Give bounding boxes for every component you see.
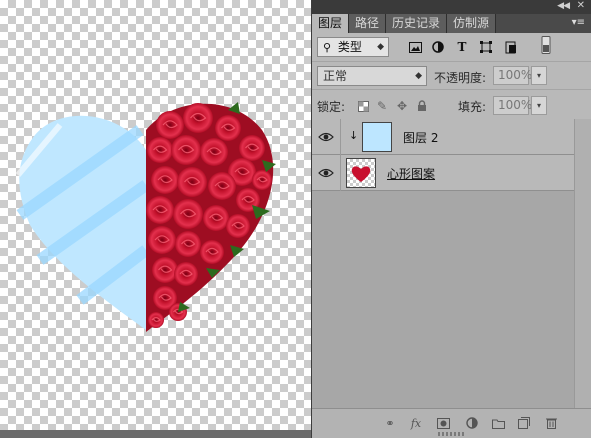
rose-flower [183, 103, 213, 133]
tab-clone-source[interactable]: 仿制源 [447, 14, 497, 33]
lock-position-icon[interactable]: ✥ [395, 99, 409, 113]
new-layer-icon[interactable] [516, 416, 532, 430]
rose-flower [226, 214, 250, 238]
rose-flower [239, 135, 265, 161]
blend-mode-value: 正常 [323, 69, 348, 83]
lock-image-pixels-icon[interactable]: ✎ [375, 99, 389, 113]
heart-thumbnail-icon [351, 166, 371, 182]
document-canvas[interactable] [0, 0, 311, 430]
rose-flower [148, 226, 176, 254]
panel-title-bar: ◀◀ ✕ [312, 0, 591, 14]
tab-paths[interactable]: 路径 [349, 14, 387, 33]
smart-object-filter-icon[interactable] [504, 40, 518, 54]
rose-flower [151, 166, 179, 194]
lock-row: 锁定: ✎ ✥ 填充: 100% ▾ [312, 90, 591, 122]
lock-transparent-pixels-icon[interactable] [356, 99, 370, 113]
opacity-label: 不透明度: [434, 71, 487, 85]
layers-scrollbar[interactable] [574, 119, 591, 408]
blend-mode-row: 正常 ◆ 不透明度: 100% ▾ [312, 62, 591, 90]
visibility-eye-icon[interactable] [318, 130, 334, 144]
rose-heart-layer [146, 102, 276, 332]
fx-icon[interactable]: fx [408, 416, 424, 430]
rose-flower [203, 205, 229, 231]
layers-panel: ◀◀ ✕ 图层 路径 历史记录 仿制源 ▾≡ ⚲ 类型 ◆ T 正常 ◆ 不透明… [311, 0, 591, 438]
rose-flower [215, 115, 241, 141]
type-filter-icon[interactable]: T [455, 40, 469, 54]
layer-name[interactable]: 图层 2 [403, 129, 438, 146]
opacity-dropdown-button[interactable]: ▾ [531, 66, 547, 85]
layer-filter-row: ⚲ 类型 ◆ T [312, 33, 591, 62]
rose-flower [173, 199, 203, 229]
rose-flower [252, 170, 272, 190]
panel-resize-grip[interactable] [438, 432, 466, 436]
canvas-status-strip [0, 430, 311, 438]
rose-flower [175, 231, 201, 257]
rose-flower [208, 172, 236, 200]
delete-layer-icon[interactable] [543, 416, 559, 430]
close-panel-icon[interactable]: ✕ [577, 0, 585, 11]
rose-flower [177, 167, 207, 197]
chevron-down-icon: ◆ [377, 42, 384, 52]
fill-dropdown-button[interactable]: ▾ [531, 96, 547, 115]
rose-flower [174, 262, 198, 286]
layer-thumbnail [346, 158, 376, 188]
clipping-mask-arrow-icon: ↓ [349, 129, 359, 142]
rose-flower [200, 240, 224, 264]
panel-menu-icon[interactable]: ▾≡ [572, 17, 585, 28]
rose-flower [171, 135, 201, 165]
chevron-down-icon: ◆ [415, 71, 422, 81]
rose-flower [200, 138, 228, 166]
image-filter-icon[interactable] [408, 40, 422, 54]
adjustment-filter-icon[interactable] [431, 40, 445, 54]
layers-list: ↓ 图层 2 心形图案 [312, 119, 575, 408]
rose-flower [152, 257, 178, 283]
new-group-icon[interactable] [490, 416, 506, 430]
rose-flower [146, 196, 174, 224]
photoshop-window: ◀◀ ✕ 图层 路径 历史记录 仿制源 ▾≡ ⚲ 类型 ◆ T 正常 ◆ 不透明… [0, 0, 591, 438]
add-mask-icon[interactable] [435, 416, 451, 430]
filter-kind-label: 类型 [337, 40, 362, 54]
collapse-panel-icon[interactable]: ◀◀ [557, 1, 570, 11]
shape-filter-icon[interactable] [479, 40, 493, 54]
lock-label: 锁定: [317, 100, 346, 114]
layer-row-heart[interactable]: 心形图案 [312, 155, 575, 191]
rose-flower [156, 111, 184, 139]
fill-label: 填充: [458, 100, 487, 114]
layers-bottom-toolbar: ⚭ fx [312, 408, 591, 438]
opacity-input[interactable]: 100% [493, 66, 532, 85]
link-layers-icon[interactable]: ⚭ [382, 416, 398, 430]
tab-history[interactable]: 历史记录 [386, 14, 448, 33]
tab-layers[interactable]: 图层 [312, 14, 350, 33]
heart-artwork [15, 102, 276, 332]
search-icon: ⚲ [323, 41, 332, 54]
fill-input[interactable]: 100% [493, 96, 532, 115]
lock-all-icon[interactable] [415, 99, 429, 113]
layer-divider [340, 119, 341, 155]
blend-mode-select[interactable]: 正常 ◆ [317, 66, 427, 86]
visibility-eye-icon[interactable] [318, 166, 334, 180]
layer-thumbnail [362, 122, 392, 152]
filter-kind-select[interactable]: ⚲ 类型 ◆ [317, 37, 389, 57]
layer-divider [340, 155, 341, 191]
layer-name[interactable]: 心形图案 [387, 165, 435, 182]
panel-tab-bar: 图层 路径 历史记录 仿制源 ▾≡ [312, 14, 591, 33]
rose-flower [147, 137, 173, 163]
filter-toggle-icon[interactable] [539, 36, 553, 54]
layer-row-layer2[interactable]: ↓ 图层 2 [312, 119, 575, 155]
rose-flower [148, 312, 164, 328]
blue-layer-fill [15, 115, 146, 330]
new-adjustment-icon[interactable] [464, 416, 480, 430]
